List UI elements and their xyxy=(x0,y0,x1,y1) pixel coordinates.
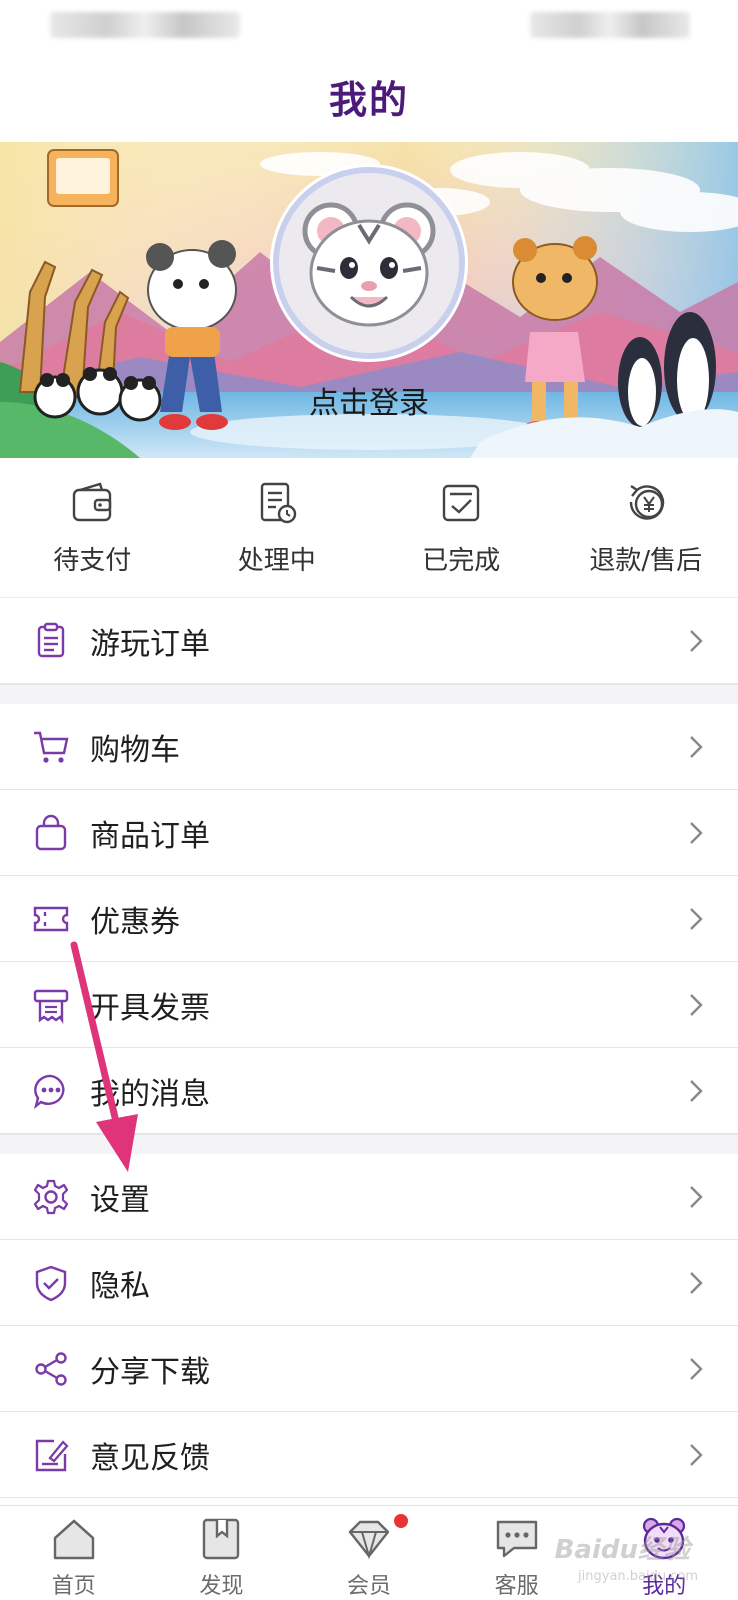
chevron-right-icon xyxy=(690,1358,703,1380)
cart-icon xyxy=(34,731,69,763)
menu-item-messages[interactable]: 我的消息 xyxy=(0,1048,738,1134)
check-box-icon xyxy=(443,484,480,522)
order-pending-payment-label: 待支付 xyxy=(53,546,132,576)
page-title: 我的 xyxy=(328,77,409,122)
chevron-right-icon xyxy=(690,822,703,844)
menu-item-feedback[interactable]: 意见反馈 xyxy=(0,1412,738,1498)
status-bar-left-blurred xyxy=(50,12,240,38)
menu-item-label: 开具发票 xyxy=(90,990,210,1026)
chevron-right-icon xyxy=(690,736,703,758)
menu-item-coupons[interactable]: 优惠券 xyxy=(0,876,738,962)
chevron-right-icon xyxy=(690,1080,703,1102)
menu-item-settings[interactable]: 设置 xyxy=(0,1154,738,1240)
bottom-tab-bar: 首页 发现 会员 客服 我的 Baidu经验 jingyan.baidu.com xyxy=(0,1505,738,1600)
tab-discover[interactable]: 发现 xyxy=(148,1506,296,1600)
tab-label: 发现 xyxy=(199,1574,244,1599)
chat-bubble-icon xyxy=(33,1074,65,1110)
bookmark-icon xyxy=(203,1518,240,1560)
menu-item-label: 分享下载 xyxy=(90,1354,210,1390)
order-pending-payment[interactable]: 待支付 xyxy=(0,458,185,597)
menu-item-privacy[interactable]: 隐私 xyxy=(0,1240,738,1326)
avatar[interactable] xyxy=(273,167,465,359)
menu-item-invoice[interactable]: 开具发票 xyxy=(0,962,738,1048)
tab-member[interactable]: 会员 xyxy=(295,1506,443,1600)
tab-label: 首页 xyxy=(51,1574,96,1599)
order-processing-label: 处理中 xyxy=(237,546,316,576)
chevron-right-icon xyxy=(690,1186,703,1208)
menu-item-label: 游玩订单 xyxy=(90,626,210,662)
message-icon xyxy=(496,1520,537,1558)
menu-item-label: 意见反馈 xyxy=(90,1440,210,1476)
chevron-right-icon xyxy=(690,1272,703,1294)
order-completed-label: 已完成 xyxy=(422,546,501,576)
notification-badge xyxy=(394,1514,409,1528)
shopping-bag-icon xyxy=(35,814,67,851)
home-icon xyxy=(53,1519,94,1560)
order-status-row: 待支付 处理中 已完成 退款/售后 xyxy=(0,458,738,598)
tab-label: 客服 xyxy=(494,1574,539,1599)
login-link[interactable]: 点击登录 xyxy=(0,378,738,422)
refund-yen-icon xyxy=(629,485,664,520)
menu-item-product-orders[interactable]: 商品订单 xyxy=(0,790,738,876)
shield-icon xyxy=(35,1265,67,1302)
order-refund-label: 退款/售后 xyxy=(589,546,703,576)
menu-item-label: 我的消息 xyxy=(90,1076,210,1112)
tiger-avatar-icon xyxy=(279,173,459,353)
order-processing[interactable]: 处理中 xyxy=(185,458,370,597)
section-divider xyxy=(0,1134,738,1154)
wallet-icon xyxy=(73,482,112,522)
order-refund[interactable]: 退款/售后 xyxy=(554,458,738,597)
status-bar xyxy=(0,0,738,50)
status-bar-right-blurred xyxy=(530,12,690,38)
menu-item-label: 优惠券 xyxy=(90,904,180,940)
diamond-icon xyxy=(348,1520,390,1560)
menu-item-label: 设置 xyxy=(90,1182,150,1218)
tab-label: 会员 xyxy=(346,1574,391,1599)
chevron-right-icon xyxy=(690,1444,703,1466)
document-clock-icon xyxy=(260,482,296,524)
chevron-right-icon xyxy=(690,994,703,1016)
order-completed[interactable]: 已完成 xyxy=(369,458,554,597)
ticket-icon xyxy=(33,906,69,932)
page-header: 我的 xyxy=(0,50,738,142)
share-icon xyxy=(35,1352,67,1386)
watermark-url: jingyan.baidu.com xyxy=(578,1569,698,1584)
section-divider xyxy=(0,684,738,704)
chevron-right-icon xyxy=(690,908,703,930)
menu-item-play-orders[interactable]: 游玩订单 xyxy=(0,598,738,684)
clipboard-icon xyxy=(37,622,65,658)
menu-item-cart[interactable]: 购物车 xyxy=(0,704,738,790)
menu-item-label: 购物车 xyxy=(90,732,180,768)
invoice-printer-icon xyxy=(33,989,69,1024)
menu-item-share-download[interactable]: 分享下载 xyxy=(0,1326,738,1412)
chevron-right-icon xyxy=(690,630,703,652)
watermark: Baidu经验 xyxy=(554,1535,690,1565)
menu-item-label: 商品订单 xyxy=(90,818,210,854)
feedback-icon xyxy=(35,1439,69,1472)
menu-item-label: 隐私 xyxy=(90,1268,150,1304)
gear-icon xyxy=(33,1179,69,1215)
tab-home[interactable]: 首页 xyxy=(0,1506,148,1600)
